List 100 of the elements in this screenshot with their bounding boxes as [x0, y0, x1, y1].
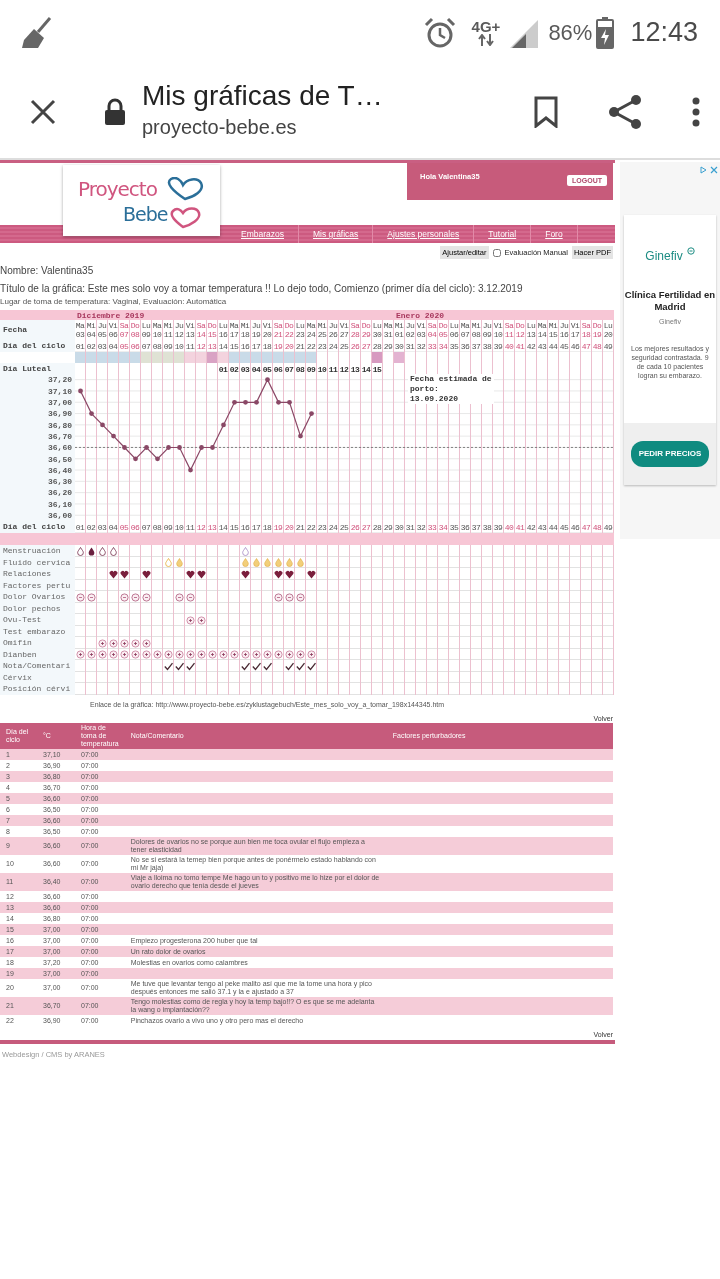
- luteal-day-label: 10: [317, 363, 328, 376]
- date-label: 10: [493, 330, 503, 340]
- cycle-day-label: 36: [460, 340, 471, 353]
- axis-label: 37,10: [48, 387, 72, 396]
- date-label: 14: [537, 330, 547, 340]
- cta-button[interactable]: PEDIR PRECIOS: [630, 441, 710, 467]
- weekday-label: Lu: [141, 321, 151, 331]
- cycle-day-label: 27: [361, 340, 372, 353]
- weekday-label: Sa: [273, 321, 283, 331]
- date-label: 20: [262, 330, 272, 340]
- weekday-label: Vi: [262, 321, 272, 331]
- weekday-label: Lu: [526, 321, 536, 331]
- row-label: Día Luteal: [0, 363, 75, 376]
- weekday-label: Sa: [504, 321, 514, 331]
- date-label: 29: [361, 330, 371, 340]
- cycle-day-label: 35: [449, 340, 460, 353]
- cycle-day-label: 44: [548, 340, 559, 353]
- data-point: [122, 445, 127, 451]
- date-label: 05: [438, 330, 448, 340]
- cycle-day-label: 48: [592, 340, 603, 353]
- lock-icon: [104, 97, 126, 126]
- weekday-label: Do: [438, 321, 448, 331]
- luteal-day-label: 12: [339, 363, 350, 376]
- date-label: 08: [471, 330, 481, 340]
- bookmark-icon[interactable]: [534, 95, 558, 128]
- data-point: [199, 445, 204, 451]
- cycle-day-label: 31: [405, 340, 416, 353]
- ad-headline: Clínica Fertilidad en Madrid: [624, 289, 716, 313]
- data-point: [78, 388, 83, 394]
- nav-link[interactable]: Tutorial: [474, 225, 532, 243]
- cycle-day-label: 23: [317, 340, 328, 353]
- date-label: 19: [592, 330, 602, 340]
- date-label: 06: [108, 330, 118, 340]
- weekday-label: Sa: [581, 321, 591, 331]
- data-point: [144, 445, 149, 451]
- luteal-day-label: 04: [251, 363, 262, 376]
- weekday-label: Vi: [108, 321, 118, 331]
- data-point: [243, 400, 248, 405]
- date-label: 04: [86, 330, 96, 340]
- more-icon[interactable]: [692, 96, 700, 127]
- battery-percent: 86%: [548, 19, 593, 47]
- month-label: Diciembre 2019: [76, 310, 145, 320]
- date-label: 17: [570, 330, 580, 340]
- weekday-label: Ma: [537, 321, 547, 331]
- cycle-day-label: 46: [570, 340, 581, 353]
- share-icon[interactable]: [606, 92, 644, 131]
- data-point: [166, 445, 171, 451]
- row-label: Dolor Ovarios: [0, 591, 75, 604]
- luteal-day-label: 14: [361, 363, 372, 376]
- date-label: 13: [185, 330, 195, 340]
- luteal-day-label: 09: [306, 363, 317, 376]
- axis-label: 36,10: [48, 500, 72, 509]
- date-label: 03: [75, 330, 85, 340]
- axis-label: 36,50: [48, 454, 72, 464]
- date-label: 17: [229, 330, 239, 340]
- data-point: [309, 411, 314, 417]
- weekday-label: Ju: [251, 321, 261, 331]
- axis-label: 36,40: [48, 466, 72, 476]
- date-label: 25: [317, 330, 327, 340]
- weekday-label: Lu: [295, 321, 305, 331]
- url-text[interactable]: proyecto-bebe.es: [142, 111, 534, 142]
- axis-label: 36,70: [48, 432, 72, 442]
- luteal-day-label: 01: [218, 363, 229, 376]
- weekday-label: Vi: [416, 321, 426, 331]
- ad-choices-icon[interactable]: [700, 166, 718, 174]
- luteal-day-label: 05: [262, 363, 273, 376]
- cycle-day-label: 37: [471, 340, 482, 353]
- nav-link[interactable]: Mis gráficas: [299, 225, 374, 243]
- luteal-day-label: 15: [372, 363, 383, 376]
- data-point: [232, 400, 237, 405]
- data-point: [210, 445, 215, 451]
- date-label: 09: [482, 330, 492, 340]
- weekday-label: Ju: [174, 321, 184, 331]
- date-label: 09: [141, 330, 151, 340]
- data-point: [188, 467, 193, 473]
- weekday-label: Ju: [328, 321, 338, 331]
- date-label: 23: [295, 330, 305, 340]
- nav-link[interactable]: Ajustes personales: [373, 225, 475, 243]
- date-label: 11: [163, 330, 173, 340]
- clock-time: 12:43: [630, 16, 698, 50]
- date-label: 01: [394, 330, 404, 340]
- brand-icon: [686, 247, 695, 255]
- weekday-label: Lu: [218, 321, 228, 331]
- date-label: 16: [559, 330, 569, 340]
- nav-link[interactable]: Foro: [531, 225, 578, 243]
- weekday-label: Ma: [460, 321, 470, 331]
- ad-brand-text: Ginefiv: [645, 248, 683, 265]
- month-label: Enero 2020: [395, 310, 444, 320]
- row-label: Día del ciclo: [0, 340, 75, 353]
- close-icon[interactable]: [30, 98, 56, 125]
- manual-evaluation-checkbox[interactable]: [492, 248, 501, 257]
- date-label: 08: [130, 330, 140, 340]
- nav-link[interactable]: Embarazos: [227, 225, 299, 243]
- data-point: [265, 377, 270, 383]
- cycle-day-label: 42: [526, 340, 537, 353]
- date-label: 18: [240, 330, 250, 340]
- weekday-label: Sa: [350, 321, 360, 331]
- axis-label: 36,00: [48, 511, 72, 521]
- axis-label: 36,60: [48, 443, 72, 453]
- date-label: 22: [284, 330, 294, 340]
